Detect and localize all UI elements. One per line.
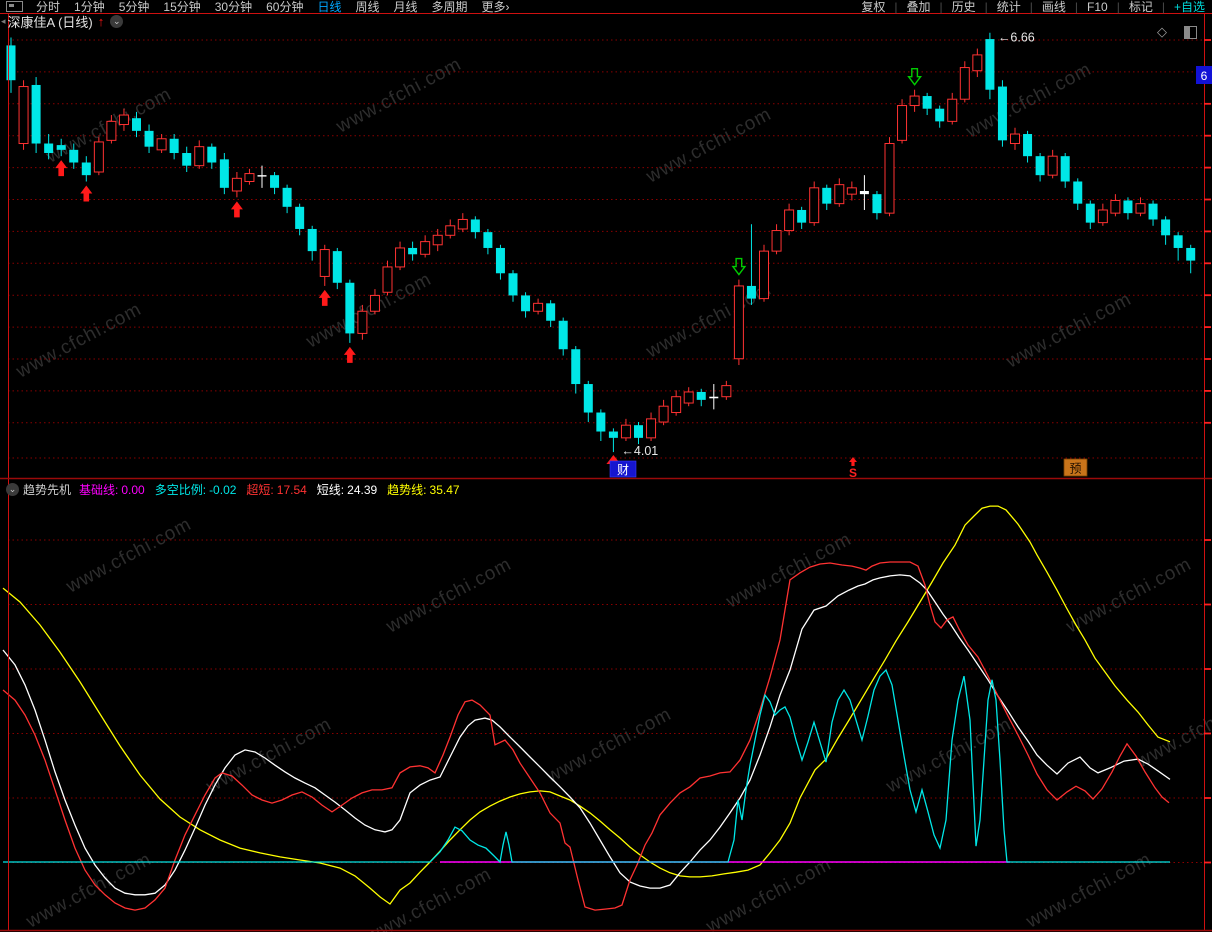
- buy-arrow-icon: [343, 346, 356, 363]
- indicator-field-label: 短线:: [316, 483, 345, 497]
- trading-app-window: 分时 1分钟 5分钟 15分钟 30分钟 60分钟 日线 周线 月线 多周期 更多› 复权 | 叠加 | 历…: [0, 0, 1212, 932]
- indicator-line-超短: [2, 561, 1170, 911]
- menu-tab-10[interactable]: 更多›: [482, 0, 510, 14]
- chart-title-row: ◂ 深康佳A (日线) ↑ ⌄: [0, 13, 124, 30]
- window-icon[interactable]: [6, 1, 23, 12]
- high-price-label: ←6.66: [998, 31, 1035, 45]
- menu-separator: |: [984, 0, 988, 14]
- indicator-field-3: 短线: 24.39: [317, 483, 377, 497]
- indicator-values: 基础线: 0.00 多空比例: -0.02 超短: 17.54 短线: 24.39 趋势线: 35…: [79, 481, 470, 498]
- chevron-down-icon[interactable]: ⌄: [110, 14, 124, 28]
- menu-tab-6[interactable]: 日线: [317, 0, 341, 14]
- sell-arrow-icon: [731, 257, 747, 276]
- menu-tab-3[interactable]: 15分钟: [163, 0, 200, 14]
- indicator-lines: [2, 505, 1171, 911]
- candle-series: [6, 32, 1196, 453]
- tools-menu-right: 复权 | 叠加 | 历史 | 统计 | 画线 | F10 | 标记 | +自选: [854, 0, 1212, 15]
- indicator-name[interactable]: 趋势先机: [23, 481, 71, 498]
- trend-up-icon: ↑: [97, 13, 105, 29]
- menu-tab-4[interactable]: 30分钟: [215, 0, 252, 14]
- menu-separator: |: [939, 0, 943, 14]
- indicator-field-label: 多空比例:: [154, 483, 207, 497]
- menu-tool-2[interactable]: 历史: [952, 0, 976, 15]
- indicator-line-短线: [2, 574, 1171, 896]
- indicator-line-多空比例: [3, 668, 1170, 864]
- menu-separator: |: [1074, 0, 1079, 14]
- menu-tool-5[interactable]: F10: [1087, 0, 1108, 14]
- collapse-triangle-icon[interactable]: ◂: [1, 16, 6, 27]
- indicator-field-1: 多空比例: -0.02: [155, 483, 237, 497]
- menu-tool-1[interactable]: 叠加: [906, 0, 930, 15]
- chevron-down-icon[interactable]: ⌄: [6, 483, 19, 496]
- buy-arrow-icon: [318, 289, 331, 306]
- indicator-field-value: 17.54: [276, 483, 307, 497]
- menu-separator: |: [1029, 0, 1033, 14]
- indicator-field-label: 基础线:: [79, 483, 119, 497]
- stock-title: 深康佳A (日线): [7, 14, 93, 30]
- indicator-field-value: 0.00: [121, 483, 145, 497]
- indicator-header: ⌄ 趋势先机 基础线: 0.00 多空比例: -0.02 超短: 17.54 短线: 24.3…: [0, 481, 470, 498]
- menu-tab-7[interactable]: 周线: [355, 0, 379, 14]
- indicator-line-趋势线: [2, 505, 1171, 905]
- menu-tool-7[interactable]: +自选: [1174, 0, 1205, 15]
- menu-separator: |: [894, 0, 898, 14]
- menu-separator: |: [1116, 0, 1120, 14]
- indicator-field-label: 超短:: [246, 483, 274, 497]
- split-view-icon[interactable]: [1184, 26, 1197, 39]
- indicator-field-value: 24.39: [347, 483, 378, 497]
- svg-text:预: 预: [1069, 462, 1081, 476]
- menu-tool-6[interactable]: 标记: [1129, 0, 1153, 15]
- menu-separator: |: [1161, 0, 1165, 14]
- menu-tool-0[interactable]: 复权: [861, 0, 885, 15]
- indicator-field-label: 趋势线:: [387, 483, 427, 497]
- buy-arrow-icon: [55, 160, 68, 177]
- menu-tool-3[interactable]: 统计: [997, 0, 1021, 15]
- menu-tool-4[interactable]: 画线: [1042, 0, 1066, 15]
- indicator-field-2: 超短: 17.54: [246, 483, 306, 497]
- indicator-field-4: 趋势线: 35.47: [387, 483, 459, 497]
- sell-arrow-icon: [907, 68, 922, 86]
- diamond-icon[interactable]: ◇: [1157, 24, 1167, 40]
- price-axis-label: 6: [1201, 69, 1208, 83]
- indicator-field-0: 基础线: 0.00: [79, 483, 145, 497]
- low-price-label: ←4.01: [621, 444, 658, 458]
- indicator-field-value: 35.47: [429, 483, 460, 497]
- menu-tab-5[interactable]: 60分钟: [266, 0, 303, 14]
- menu-tab-2[interactable]: 5分钟: [119, 0, 150, 14]
- buy-arrow-icon: [230, 201, 243, 218]
- period-menu-bar: 分时 1分钟 5分钟 15分钟 30分钟 60分钟 日线 周线 月线 多周期 更多› 复权 | 叠加 | 历…: [0, 0, 1212, 15]
- menu-tab-8[interactable]: 月线: [394, 0, 418, 14]
- menu-tab-9[interactable]: 多周期: [432, 0, 468, 14]
- indicator-field-value: -0.02: [209, 483, 237, 497]
- svg-text:财: 财: [617, 463, 629, 477]
- chart-canvas[interactable]: ←6.66←4.01财 S 预6: [0, 0, 1212, 932]
